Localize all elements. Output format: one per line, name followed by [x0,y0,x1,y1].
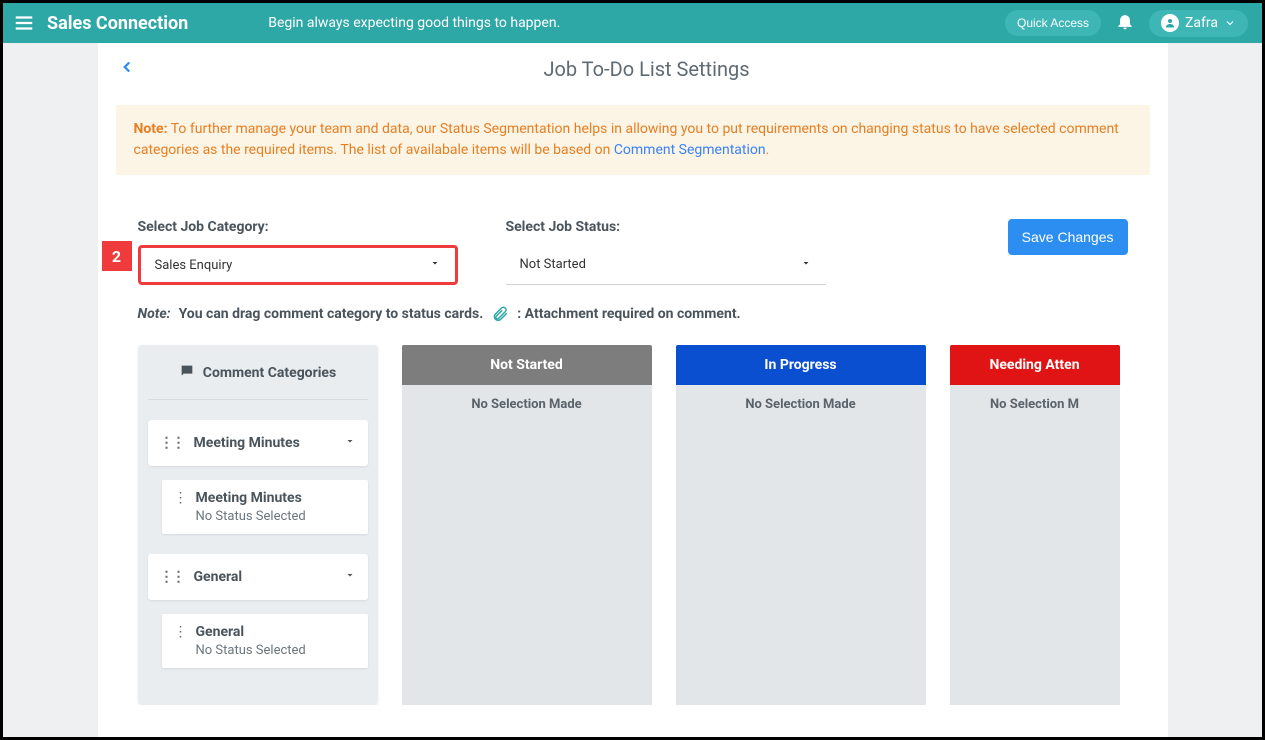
item-status: No Status Selected [196,643,306,658]
drag-note: Note: You can drag comment category to s… [98,285,1168,323]
status-column-not-started[interactable]: Not Started No Selection Made [402,345,652,705]
banner-label: Note: [134,121,168,137]
step-badge: 2 [102,241,132,271]
category-item[interactable]: ⋮ Meeting Minutes No Status Selected [162,480,368,534]
topbar: Sales Connection Begin always expecting … [3,3,1262,43]
job-category-label: Select Job Category: [138,219,458,235]
caret-down-icon [429,257,441,273]
banner-text-2: . [766,142,770,158]
job-category-value: Sales Enquiry [155,258,233,273]
job-status-dropdown[interactable]: Not Started [506,245,826,285]
bell-icon[interactable] [1115,11,1135,35]
status-column-in-progress[interactable]: In Progress No Selection Made [676,345,926,705]
page-title: Job To-Do List Settings [146,57,1148,81]
category-header[interactable]: ⋮⋮ Meeting Minutes [148,420,368,466]
category-group: ⋮⋮ General ⋮ General No Status Selected [148,554,368,668]
item-name: Meeting Minutes [196,490,306,506]
empty-message: No Selection M [950,393,1120,424]
empty-message: No Selection Made [402,393,652,424]
item-status: No Status Selected [196,509,306,524]
item-name: General [196,624,306,640]
quick-access-button[interactable]: Quick Access [1005,10,1101,36]
status-header: Not Started [402,345,652,385]
comment-segmentation-link[interactable]: Comment Segmentation [614,142,766,158]
status-header: In Progress [676,345,926,385]
avatar-icon [1161,14,1179,32]
note-text: You can drag comment category to status … [179,306,484,322]
menu-icon[interactable] [13,12,35,34]
status-header: Needing Atten [950,345,1120,385]
comment-categories-panel: Comment Categories ⋮⋮ Meeting Minutes ⋮ … [138,345,378,705]
drag-handle-icon[interactable]: ⋮ [174,490,186,524]
brand-title: Sales Connection [47,13,188,34]
back-button[interactable] [118,57,146,81]
drag-handle-icon[interactable]: ⋮⋮ [160,569,184,585]
attach-text: : Attachment required on comment. [517,306,740,322]
user-name: Zafra [1185,15,1218,31]
info-banner: Note: To further manage your team and da… [116,105,1150,175]
category-header[interactable]: ⋮⋮ General [148,554,368,600]
paperclip-icon [491,305,509,323]
save-changes-button[interactable]: Save Changes [1008,219,1128,255]
chat-icon [179,363,195,383]
user-menu[interactable]: Zafra [1149,10,1248,37]
status-column-needing-attention[interactable]: Needing Atten No Selection M [950,345,1120,705]
category-group: ⋮⋮ Meeting Minutes ⋮ Meeting Minutes No … [148,420,368,534]
tagline: Begin always expecting good things to ha… [268,15,560,31]
category-name: General [194,569,243,585]
note-prefix: Note: [138,306,171,322]
category-name: Meeting Minutes [194,435,300,451]
caret-down-icon [344,435,356,451]
chevron-down-icon [1224,14,1236,33]
empty-message: No Selection Made [676,393,926,424]
category-item[interactable]: ⋮ General No Status Selected [162,614,368,668]
caret-down-icon [344,569,356,585]
caret-down-icon [800,257,812,273]
job-status-label: Select Job Status: [506,219,826,235]
drag-handle-icon[interactable]: ⋮ [174,624,186,658]
job-category-dropdown[interactable]: Sales Enquiry [138,245,458,285]
job-status-value: Not Started [520,257,586,272]
drag-handle-icon[interactable]: ⋮⋮ [160,435,184,451]
sidebar-title: Comment Categories [203,365,336,381]
